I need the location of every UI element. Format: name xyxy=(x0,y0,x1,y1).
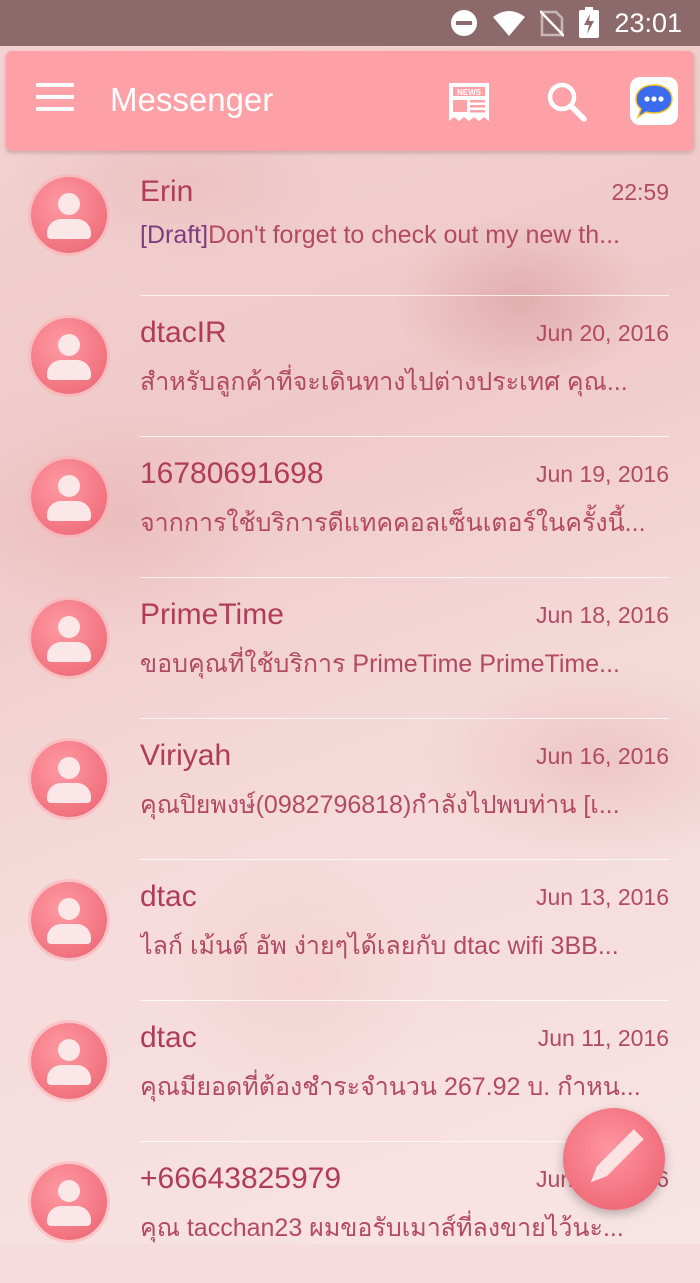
contact-name: PrimeTime xyxy=(140,598,284,631)
conversation-row[interactable]: Viriyah Jun 16, 2016 คุณปิยพงษ์(09827968… xyxy=(0,719,700,860)
avatar-icon xyxy=(31,882,107,958)
wifi-icon xyxy=(493,11,526,36)
svg-text:NEWS: NEWS xyxy=(457,88,482,97)
message-snippet: จากการใช้บริการดีแทคคอลเซ็นเตอร์ในครั้งน… xyxy=(140,509,646,537)
avatar-icon xyxy=(31,177,107,253)
contact-name: dtacIR xyxy=(140,316,227,349)
app-title: Messenger xyxy=(110,81,274,118)
conversation-row[interactable]: dtac Jun 13, 2016 ไลก์ เม้นต์ อัพ ง่ายๆไ… xyxy=(0,860,700,1001)
message-date: Jun 16, 2016 xyxy=(535,743,669,769)
conversation-row[interactable]: 16780691698 Jun 19, 2016 จากการใช้บริการ… xyxy=(0,437,700,578)
snippet-text: Don't forget to check out my new th... xyxy=(208,221,620,249)
avatar-icon xyxy=(31,459,107,535)
message-snippet: คุณปิยพงษ์(0982796818)กำลังไปพบท่าน [เ..… xyxy=(140,791,620,819)
dnd-icon xyxy=(451,10,478,36)
message-date: Jun 18, 2016 xyxy=(535,602,669,628)
avatar-icon xyxy=(31,1023,107,1099)
message-date: Jun 19, 2016 xyxy=(535,461,669,487)
contact-name: +66643825979 xyxy=(140,1162,342,1195)
conversation-row[interactable]: PrimeTime Jun 18, 2016 ขอบคุณที่ใช้บริกา… xyxy=(0,578,700,719)
message-date: Jun 11, 2016 xyxy=(537,1025,669,1051)
message-date: 22:59 xyxy=(611,179,669,205)
message-date: Jun 13, 2016 xyxy=(535,884,669,910)
news-icon[interactable]: NEWS xyxy=(446,81,492,123)
message-snippet: [Draft]Don't forget to check out my new … xyxy=(140,221,668,250)
chat-bubble-button[interactable] xyxy=(630,77,678,125)
chat-bubble-icon xyxy=(635,84,673,119)
draft-label: [Draft] xyxy=(140,221,209,249)
message-snippet: ไลก์ เม้นต์ อัพ ง่ายๆได้เลยกับ dtac wifi… xyxy=(140,932,619,960)
avatar-icon xyxy=(31,741,107,817)
avatar-icon xyxy=(31,1164,107,1240)
contact-name: dtac xyxy=(140,1021,197,1054)
compose-button[interactable] xyxy=(563,1108,665,1210)
conversation-row[interactable]: Erin 22:59 [Draft]Don't forget to check … xyxy=(0,155,700,296)
app-bar: Messenger NEWS xyxy=(6,51,694,151)
avatar-icon xyxy=(31,318,107,394)
menu-icon[interactable] xyxy=(36,83,82,119)
contact-name: Viriyah xyxy=(140,739,232,772)
battery-charging-icon xyxy=(579,7,600,38)
message-snippet: สำหรับลูกค้าที่จะเดินทางไปต่างประเทศ คุณ… xyxy=(140,368,628,396)
status-bar: 23:01 xyxy=(0,0,700,46)
conversation-row[interactable]: dtacIR Jun 20, 2016 สำหรับลูกค้าที่จะเดิ… xyxy=(0,296,700,437)
contact-name: 16780691698 xyxy=(140,457,324,490)
no-sim-icon xyxy=(540,10,565,37)
contact-name: Erin xyxy=(140,175,194,208)
message-snippet: ขอบคุณที่ใช้บริการ PrimeTime PrimeTime..… xyxy=(140,650,620,678)
search-icon[interactable] xyxy=(544,79,590,125)
contact-name: dtac xyxy=(140,880,197,913)
message-date: Jun 20, 2016 xyxy=(535,320,669,346)
status-time: 23:01 xyxy=(614,7,682,38)
message-snippet: คุณ tacchan23 ผมขอรับเมาส์ที่ลงขายไว้นะ.… xyxy=(140,1214,624,1242)
avatar-icon xyxy=(31,600,107,676)
pencil-icon xyxy=(590,1129,644,1183)
message-snippet: คุณมียอดที่ต้องชำระจำนวน 267.92 บ. กำหน.… xyxy=(140,1073,641,1101)
